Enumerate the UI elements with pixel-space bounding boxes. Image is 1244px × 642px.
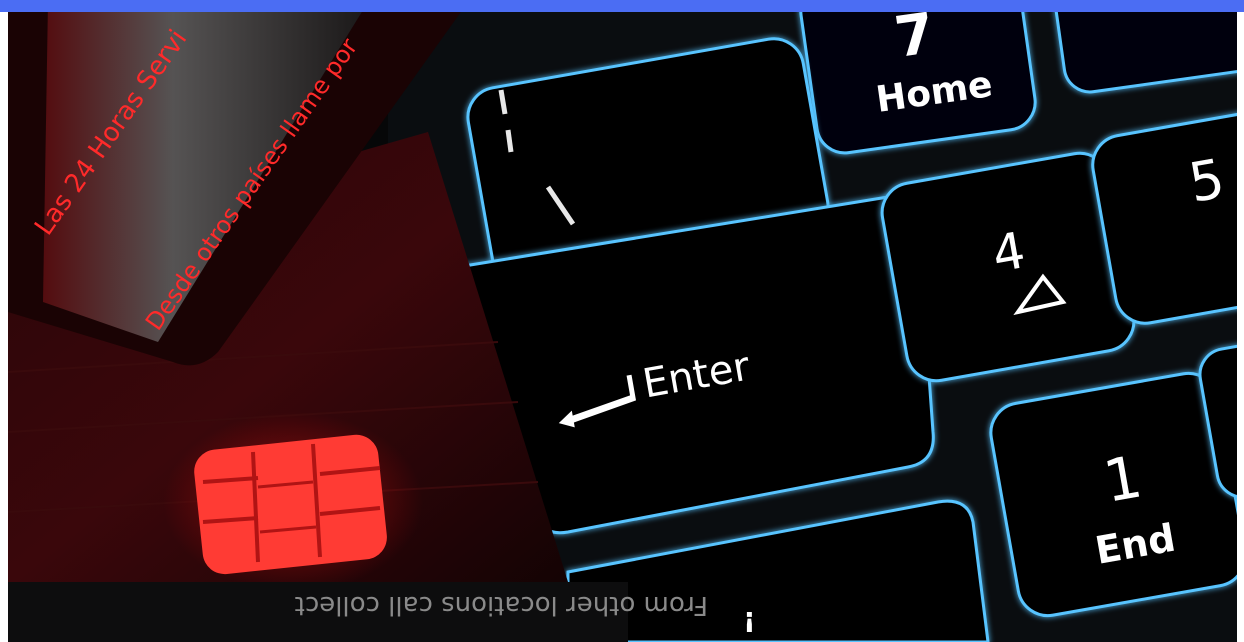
photo-credit-card-and-keyboard: 7 Home Enter 4 5 1 End ¡ Las 24 Horas Se… <box>8 12 1237 642</box>
reflection-strip: From other locations call collect <box>8 582 708 642</box>
bottom-key-glyph: ¡ <box>743 601 756 634</box>
photo-canvas: 7 Home Enter 4 5 1 End ¡ Las 24 Horas Se… <box>8 12 1237 642</box>
home-key-number: 7 <box>891 12 939 71</box>
mirrored-card-text: From other locations call collect <box>295 590 708 620</box>
pipe-glyph-bottom <box>505 129 514 153</box>
image-frame: 7 Home Enter 4 5 1 End ¡ Las 24 Horas Se… <box>0 0 1244 642</box>
chip-icon <box>194 434 387 575</box>
top-accent-bar <box>0 0 1244 12</box>
